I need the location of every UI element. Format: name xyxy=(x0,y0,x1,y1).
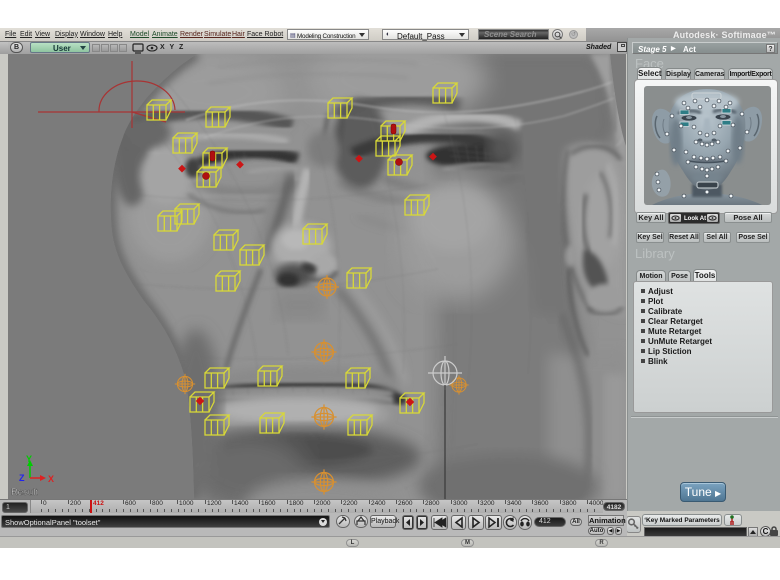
svg-text:Result: Result xyxy=(11,487,38,498)
svg-text:Z: Z xyxy=(19,473,25,483)
svg-text:Y: Y xyxy=(26,454,32,464)
svg-text:X: X xyxy=(48,474,54,484)
